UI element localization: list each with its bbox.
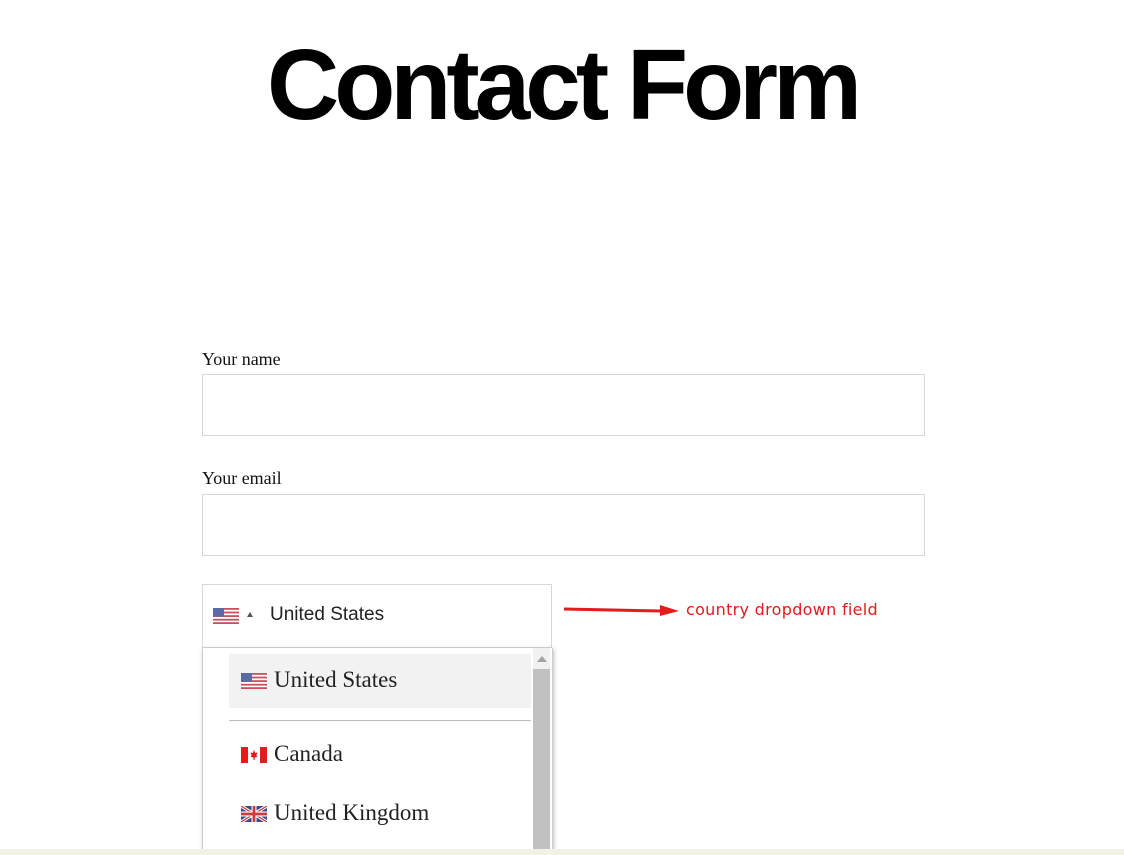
annotation-arrow-icon xyxy=(563,605,679,616)
scroll-thumb[interactable] xyxy=(533,669,550,855)
name-input[interactable] xyxy=(202,374,925,436)
option-divider xyxy=(229,720,531,721)
option-label: Canada xyxy=(274,741,343,766)
option-label: United States xyxy=(274,667,398,692)
us-flag-icon xyxy=(241,673,267,689)
arrow-up-icon[interactable] xyxy=(247,612,253,617)
selected-country-label: United States xyxy=(270,604,385,625)
option-label: United Kingdom xyxy=(274,800,430,825)
country-option-canada[interactable]: Canada xyxy=(229,728,531,782)
name-label: Your name xyxy=(202,349,281,369)
uk-flag-icon xyxy=(241,806,267,822)
country-option-united-kingdom[interactable]: United Kingdom xyxy=(229,787,531,841)
country-option-united-states[interactable]: United States xyxy=(229,654,531,708)
footer-strip xyxy=(0,849,1124,855)
canada-flag-icon xyxy=(241,747,267,763)
annotation-label: country dropdown field xyxy=(686,600,878,619)
us-flag-icon xyxy=(213,608,239,624)
email-input[interactable] xyxy=(202,494,925,556)
page-title: Contact Form xyxy=(267,29,862,141)
country-dropdown-list[interactable]: United States Canada United Kingdom xyxy=(202,648,553,855)
dropdown-scrollbar[interactable] xyxy=(533,648,550,855)
email-label: Your email xyxy=(202,468,282,488)
country-select[interactable]: United States xyxy=(202,584,552,648)
scroll-up-arrow-icon[interactable] xyxy=(537,656,547,662)
